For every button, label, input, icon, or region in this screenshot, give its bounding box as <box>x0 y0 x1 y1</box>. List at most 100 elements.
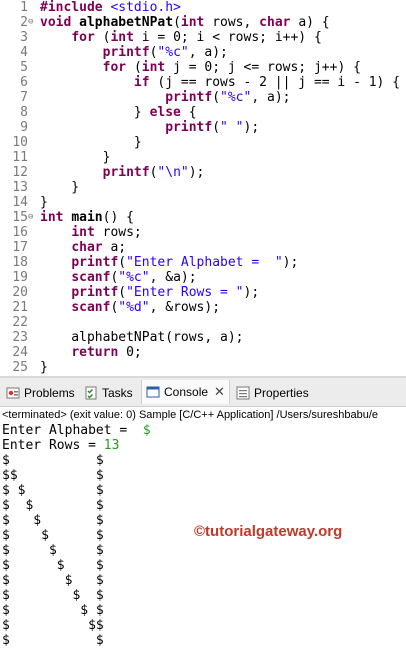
line-number: 12 <box>12 165 28 180</box>
code-token: ( <box>118 285 127 300</box>
code-token: ( <box>173 15 181 30</box>
line-number: 25 <box>12 360 28 375</box>
code-token: " " <box>220 120 244 135</box>
code-token: () { <box>102 210 134 225</box>
code-token: int <box>180 15 213 30</box>
code-line: } <box>40 195 48 210</box>
code-line: } <box>40 150 111 165</box>
console-output-line: $ $ $ <box>2 603 104 618</box>
code-token: void <box>40 15 80 30</box>
code-line: char a; <box>40 240 126 255</box>
code-token: { <box>188 105 197 120</box>
line-number: 9 <box>20 120 28 135</box>
code-token: alphabetNPat(rows, a); <box>40 330 244 345</box>
line-number: 6 <box>20 75 28 90</box>
console-status: <terminated> (exit value: 0) Sample [C/C… <box>2 409 379 421</box>
tab-tasks[interactable]: Tasks <box>84 384 133 402</box>
line-number: 14 <box>12 195 28 210</box>
line-number: 13 <box>12 180 28 195</box>
code-line: alphabetNPat(rows, a); <box>40 330 244 345</box>
line-number: 10 <box>12 135 28 150</box>
code-token: a; <box>110 240 127 255</box>
code-token: if <box>133 75 158 90</box>
code-line: scanf("%d", &rows); <box>40 300 220 315</box>
line-number: 23 <box>12 330 28 345</box>
code-token: ( <box>212 90 221 105</box>
line-number: 2 <box>20 15 28 30</box>
code-token: "%d" <box>118 300 150 315</box>
code-token: int <box>141 60 174 75</box>
tab-problems[interactable]: Problems <box>6 384 75 402</box>
console-output-line: $$ $ <box>2 468 104 483</box>
line-number: 8 <box>20 105 28 120</box>
code-token: , &rows); <box>149 300 221 315</box>
code-token: "Enter Rows = " <box>126 285 244 300</box>
watermark: ©tutorialgateway.org <box>194 523 343 540</box>
prompt-rows-line: Enter Rows = 13 <box>2 438 119 453</box>
code-line: for (int i = 0; i < rows; i++) { <box>40 30 321 45</box>
line-number: 16 <box>12 225 28 240</box>
code-line: printf("%c", a); <box>40 45 228 60</box>
console-output-line: $ $ $ <box>2 573 104 588</box>
code-token: int <box>110 30 142 45</box>
code-line: for (int j = 0; j <= rows; j++) { <box>40 60 361 75</box>
code-token: "Enter Alphabet = " <box>126 255 283 270</box>
tab-label: Tasks <box>102 386 133 400</box>
code-token: scanf <box>71 270 111 285</box>
tab-console[interactable]: Console ✕ <box>141 380 230 404</box>
code-token: "%c" <box>157 45 189 60</box>
code-token: printf <box>165 120 213 135</box>
line-number: 4 <box>20 45 28 60</box>
code-token: scanf <box>71 300 111 315</box>
code-token: } <box>40 180 80 195</box>
code-line: printf("Enter Alphabet = "); <box>40 255 298 270</box>
console-icon <box>146 383 160 398</box>
console-output-line: $ $ $ <box>2 528 104 543</box>
code-token: printf <box>71 255 119 270</box>
code-token: , a); <box>251 90 291 105</box>
fold-toggle-icon[interactable]: ⊖ <box>28 212 38 222</box>
code-editor[interactable]: 1 #include <stdio.h> 2 ⊖ void alphabetNPat(i… <box>0 0 406 376</box>
line-number: 24 <box>12 345 28 360</box>
line-number: 15 <box>12 210 28 225</box>
code-token: } <box>40 195 48 210</box>
code-token: ); <box>188 165 205 180</box>
line-number: 11 <box>12 150 28 165</box>
tab-label: Console <box>164 385 209 399</box>
code-token: main <box>71 210 103 225</box>
code-token: rows, <box>212 15 260 30</box>
code-token: a) { <box>298 15 330 30</box>
code-token: } <box>40 150 111 165</box>
close-icon[interactable]: ✕ <box>214 380 225 404</box>
code-line: if (j == rows - 2 || j == i - 1) { <box>40 75 400 90</box>
code-token: "\n" <box>157 165 189 180</box>
console-output-line: $ $ $ <box>2 558 104 573</box>
code-line: scanf("%c", &a); <box>40 270 196 285</box>
prompt-rows: Enter Rows = <box>2 438 104 453</box>
tab-properties[interactable]: Properties <box>236 384 309 402</box>
console-output-line: $ $ <box>2 633 104 648</box>
fold-toggle-icon[interactable]: ⊖ <box>28 17 38 27</box>
view-tabs-bar: Problems Tasks Console ✕ Properties <box>0 378 406 407</box>
prompt-alphabet-line: Enter Alphabet = $ <box>2 423 151 438</box>
line-number: 7 <box>20 90 28 105</box>
line-number: 5 <box>20 60 28 75</box>
console-output-line: $ $ <box>2 453 104 468</box>
code-token: ); <box>282 255 299 270</box>
console-output-line: $ $ $ <box>2 543 104 558</box>
code-token: int <box>71 225 103 240</box>
code-token: int <box>40 210 72 225</box>
code-token: j = 0; j <= rows; j++) { <box>173 60 361 75</box>
code-token: "%c" <box>220 90 252 105</box>
code-token: <stdio.h> <box>110 0 181 15</box>
